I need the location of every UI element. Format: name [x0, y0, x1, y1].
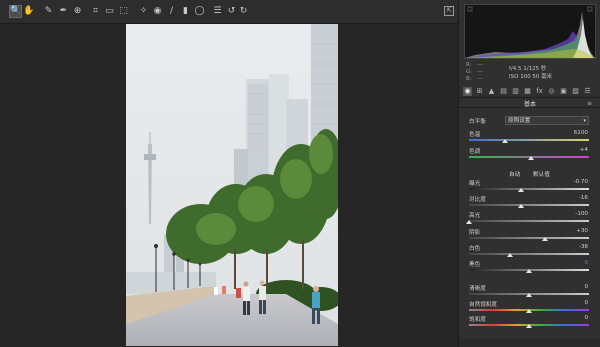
slider-track[interactable] [469, 188, 589, 190]
histogram [464, 4, 596, 59]
slider-label: 高光 [469, 213, 481, 219]
chevron-down-icon: ▾ [583, 118, 586, 124]
tab-lens[interactable]: ▦ [523, 87, 532, 96]
targeted-adjustment-icon[interactable]: ⊕ [72, 6, 83, 17]
radial-filter-icon[interactable]: ◯ [194, 6, 205, 17]
slider-thumb[interactable] [542, 237, 548, 241]
slider-value[interactable]: -100 [548, 211, 588, 217]
slider-value[interactable]: 0 [548, 260, 588, 266]
tab-hsl[interactable]: ▤ [499, 87, 508, 96]
slider-value[interactable]: -0.70 [548, 179, 588, 185]
slider-thumb[interactable] [466, 220, 472, 224]
slider-thumb[interactable] [526, 309, 532, 313]
tab-menu[interactable]: ☰ [583, 87, 592, 96]
slider-track[interactable] [469, 253, 589, 255]
slider-value[interactable]: 0 [548, 284, 588, 290]
spot-removal-icon[interactable]: ✧ [138, 6, 149, 17]
tab-split-toning[interactable]: ▥ [511, 87, 520, 96]
develop-panel: R: G: B: --- --- --- f/4.5 1/125 秒 ISO 1… [458, 0, 600, 347]
slider-track[interactable] [469, 220, 589, 222]
slider-label: 饱和度 [469, 317, 486, 323]
slider-value[interactable]: +4 [548, 147, 588, 153]
slider-thumb[interactable] [518, 204, 524, 208]
slider-value[interactable]: 0 [548, 315, 588, 321]
color-sampler-icon[interactable]: ✒ [58, 6, 69, 17]
toolbar: 🔍 ✋ ✎ ✒ ⊕ ⌗ ▭ ⬚ ✧ ◉ / ▮ ◯ ☰ ↺ ↻ [0, 0, 458, 24]
graduated-filter-icon[interactable]: ▮ [180, 6, 191, 17]
slider-label: 色调 [469, 149, 481, 155]
tab-presets[interactable]: ▣ [559, 87, 568, 96]
slider-value[interactable]: 0 [548, 300, 588, 306]
hand-icon[interactable]: ✋ [23, 6, 34, 17]
camera-exposure-info: f/4.5 1/125 秒 [509, 66, 547, 72]
camera-iso-info: ISO 100 50 毫米 [509, 74, 553, 80]
tab-basic[interactable]: ◉ [463, 87, 472, 96]
rotate-ccw-icon[interactable]: ↺ [226, 6, 237, 17]
preferences-icon[interactable]: ☰ [212, 6, 223, 17]
rgb-value-r: --- [477, 62, 483, 68]
slider-value[interactable]: -38 [548, 244, 588, 250]
slider-value[interactable]: -16 [548, 195, 588, 201]
white-balance-icon[interactable]: ✎ [43, 6, 54, 17]
slider-track[interactable] [469, 204, 589, 206]
slider-thumb[interactable] [526, 324, 532, 328]
slider-value[interactable]: 6100 [548, 130, 588, 136]
straighten-icon[interactable]: ▭ [104, 6, 115, 17]
slider-label: 黑色 [469, 262, 481, 268]
rgb-value-g: --- [477, 69, 483, 75]
rgb-value-b: --- [477, 76, 483, 82]
default-button[interactable]: 默认值 [533, 170, 550, 178]
slider-label: 色温 [469, 132, 481, 138]
cityscape-photo [126, 24, 338, 346]
slider-label: 自然饱和度 [469, 302, 497, 308]
fullscreen-icon[interactable]: ⇱ [444, 6, 454, 16]
transform-icon[interactable]: ⬚ [118, 6, 129, 17]
tab-tone-curve[interactable]: ⊞ [475, 87, 484, 96]
slider-thumb[interactable] [518, 188, 524, 192]
tab-snapshots[interactable]: ▧ [571, 87, 580, 96]
slider-thumb[interactable] [526, 269, 532, 273]
section-menu-icon[interactable]: ≡ [587, 100, 593, 107]
auto-button[interactable]: 自动 [509, 170, 520, 178]
slider-label: 对比度 [469, 197, 486, 203]
crop-icon[interactable]: ⌗ [90, 6, 101, 17]
slider-label: 白色 [469, 246, 481, 252]
tab-camera-calibration[interactable]: ◎ [547, 87, 556, 96]
white-balance-label: 白平衡 [469, 119, 486, 125]
slider-thumb[interactable] [502, 139, 508, 143]
rotate-cw-icon[interactable]: ↻ [238, 6, 249, 17]
histogram-graph [465, 6, 595, 58]
slider-label: 曝光 [469, 181, 481, 187]
red-eye-icon[interactable]: ◉ [152, 6, 163, 17]
panel-tabs: ◉ ⊞ ▲ ▤ ▥ ▦ fx ◎ ▣ ▧ ☰ [463, 87, 597, 97]
white-balance-select[interactable]: 原照设置 ▾ [505, 116, 589, 125]
slider-thumb[interactable] [526, 293, 532, 297]
tab-detail[interactable]: ▲ [487, 87, 496, 96]
white-balance-value: 原照设置 [508, 118, 531, 124]
slider-track[interactable] [469, 139, 589, 141]
slider-thumb[interactable] [528, 156, 534, 160]
slider-thumb[interactable] [507, 253, 513, 257]
zoom-icon[interactable]: 🔍 [9, 5, 22, 18]
slider-label: 阴影 [469, 230, 481, 236]
slider-value[interactable]: +30 [548, 228, 588, 234]
slider-label: 清晰度 [469, 286, 486, 292]
tab-effects[interactable]: fx [535, 87, 544, 96]
slider-track[interactable] [469, 237, 589, 239]
adjustment-brush-icon[interactable]: / [166, 6, 177, 17]
photo-preview[interactable] [126, 24, 338, 346]
